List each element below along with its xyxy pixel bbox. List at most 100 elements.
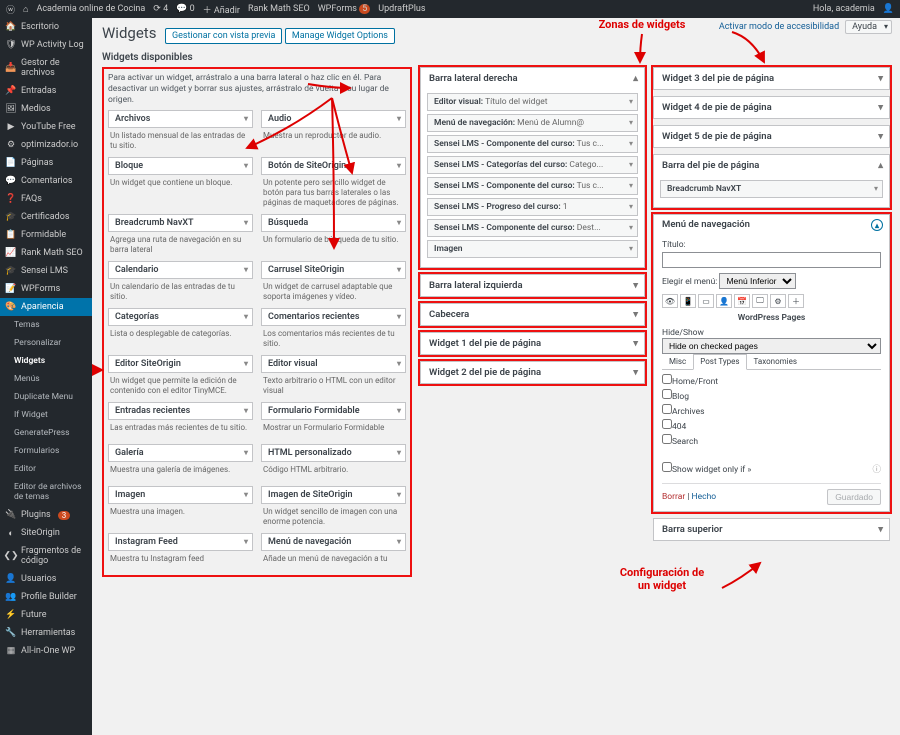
- link-delete[interactable]: Borrar: [662, 492, 685, 502]
- menu-entradas[interactable]: 📌Entradas: [0, 82, 92, 100]
- zone-widget-1-del-pie-de-página[interactable]: Widget 1 del pie de página: [421, 333, 644, 354]
- zone-barra-superior[interactable]: Barra superior: [654, 519, 889, 540]
- avail-widget-bloque[interactable]: Bloque: [108, 157, 253, 175]
- menu-siteorigin[interactable]: ◐SiteOrigin: [0, 524, 92, 542]
- menu-personalizar[interactable]: Personalizar: [0, 334, 92, 352]
- avail-widget-menú-de-navegación[interactable]: Menú de navegación: [261, 533, 406, 551]
- menu-if-widget[interactable]: If Widget: [0, 406, 92, 424]
- placed-widget[interactable]: Sensei LMS - Progreso del curso: 1: [427, 198, 638, 216]
- home-icon[interactable]: ⌂: [23, 4, 28, 15]
- zone-widget-2-del-pie-de-página[interactable]: Widget 2 del pie de página: [421, 362, 644, 383]
- select-menu[interactable]: Menú Inferior: [719, 273, 796, 289]
- comments-icon[interactable]: 💬 0: [176, 4, 195, 14]
- tab-post-types[interactable]: Post Types: [693, 354, 746, 370]
- chk-home-front[interactable]: [662, 374, 672, 384]
- avail-widget-carrusel-siteorigin[interactable]: Carrusel SiteOrigin: [261, 261, 406, 279]
- tab-taxonomies[interactable]: Taxonomies: [747, 354, 804, 369]
- avail-widget-galería[interactable]: Galería: [108, 444, 253, 462]
- avail-widget-búsqueda[interactable]: Búsqueda: [261, 214, 406, 232]
- link-done[interactable]: Hecho: [692, 492, 717, 502]
- avail-widget-html-personalizado[interactable]: HTML personalizado: [261, 444, 406, 462]
- menu-páginas[interactable]: 📄Páginas: [0, 154, 92, 172]
- wopt-icon-2[interactable]: ▭: [698, 294, 714, 308]
- menu-usuarios[interactable]: 👤Usuarios: [0, 570, 92, 588]
- menu-editor-de-archivos-de-temas[interactable]: Editor de archivos de temas: [0, 478, 92, 506]
- placed-widget[interactable]: Sensei LMS - Componente del curso: Tus c…: [427, 177, 638, 195]
- avail-widget-comentarios-recientes[interactable]: Comentarios recientes: [261, 308, 406, 326]
- avail-widget-imagen[interactable]: Imagen: [108, 486, 253, 504]
- zone-barra-del-pie-de-página[interactable]: Barra del pie de página: [654, 155, 889, 176]
- menu-formularios[interactable]: Formularios: [0, 442, 92, 460]
- menu-faqs[interactable]: ❓FAQs: [0, 190, 92, 208]
- menu-all-in-one-wp[interactable]: ▦All-in-One WP: [0, 642, 92, 660]
- adminbar-wpforms[interactable]: WPForms 5: [318, 4, 371, 14]
- avail-widget-formulario-formidable[interactable]: Formulario Formidable: [261, 402, 406, 420]
- avail-widget-editor-visual[interactable]: Editor visual: [261, 355, 406, 373]
- chk-search[interactable]: [662, 434, 672, 444]
- menu-certificados[interactable]: 🎓Certificados: [0, 208, 92, 226]
- avail-widget-calendario[interactable]: Calendario: [108, 261, 253, 279]
- wopt-icon-1[interactable]: 📱: [680, 294, 696, 308]
- hide-show-select[interactable]: Hide on checked pages: [662, 338, 881, 354]
- placed-widget[interactable]: Imagen: [427, 240, 638, 258]
- zone-widget-5-de-pie-de-página[interactable]: Widget 5 de pie de página: [654, 126, 889, 147]
- menu-wp-activity-log[interactable]: 🛡WP Activity Log: [0, 36, 92, 54]
- chk-only-if[interactable]: [662, 462, 672, 472]
- placed-widget[interactable]: Sensei LMS - Categorías del curso: Categ…: [427, 156, 638, 174]
- menu-escritorio[interactable]: 🏠Escritorio: [0, 18, 92, 36]
- menu-optimizador.io[interactable]: ⚙optimizador.io: [0, 136, 92, 154]
- placed-widget[interactable]: Menú de navegación: Menú de Alumn@: [427, 114, 638, 132]
- greeting[interactable]: Hola, academia: [813, 4, 875, 14]
- zone-barra-lateral-izquierda[interactable]: Barra lateral izquierda: [421, 275, 644, 296]
- avail-widget-entradas-recientes[interactable]: Entradas recientes: [108, 402, 253, 420]
- wconf-collapse-icon[interactable]: ▴: [871, 219, 883, 231]
- help-tab[interactable]: Ayuda: [845, 20, 892, 34]
- menu-widgets[interactable]: Widgets: [0, 352, 92, 370]
- menu-profile-builder[interactable]: 👥Profile Builder: [0, 588, 92, 606]
- placed-widget[interactable]: Sensei LMS - Componente del curso: Tus c…: [427, 135, 638, 153]
- wopt-icon-6[interactable]: ⚙: [770, 294, 786, 308]
- wopt-icon-3[interactable]: 👤: [716, 294, 732, 308]
- wopt-icon-5[interactable]: 🖵: [752, 294, 768, 308]
- menu-plugins[interactable]: 🔌Plugins3: [0, 506, 92, 524]
- menu-sensei-lms[interactable]: 🎓Sensei LMS: [0, 262, 92, 280]
- avail-widget-imagen-de-siteorigin[interactable]: Imagen de SiteOrigin: [261, 486, 406, 504]
- wopt-icon-0[interactable]: 👁: [662, 294, 678, 308]
- input-title[interactable]: [662, 252, 881, 268]
- new-icon[interactable]: ＋ Añadir: [203, 3, 240, 16]
- wopt-icon-4[interactable]: 📅: [734, 294, 750, 308]
- menu-youtube-free[interactable]: ▶YouTube Free: [0, 118, 92, 136]
- avatar-icon[interactable]: 👤: [883, 4, 894, 14]
- menu-duplicate-menu[interactable]: Duplicate Menu: [0, 388, 92, 406]
- menu-apariencia[interactable]: 🎨Apariencia: [0, 298, 92, 316]
- accessibility-link[interactable]: Activar modo de accesibilidad: [719, 22, 839, 32]
- menu-wpforms[interactable]: 📝WPForms: [0, 280, 92, 298]
- site-name[interactable]: Academia online de Cocina: [36, 4, 145, 14]
- zone-widget-4-de-pie-de-página[interactable]: Widget 4 de pie de página: [654, 97, 889, 118]
- avail-widget-audio[interactable]: Audio: [261, 110, 406, 128]
- updates-icon[interactable]: ⟳ 4: [153, 4, 168, 14]
- menu-editor[interactable]: Editor: [0, 460, 92, 478]
- menu-temas[interactable]: Temas: [0, 316, 92, 334]
- menu-fragmentos-de-código[interactable]: ❮❯Fragmentos de código: [0, 542, 92, 570]
- placed-widget[interactable]: Editor visual: Título del widget: [427, 93, 638, 111]
- menu-formidable[interactable]: 📋Formidable: [0, 226, 92, 244]
- avail-widget-breadcrumb-navxt[interactable]: Breadcrumb NavXT: [108, 214, 253, 232]
- btn-options[interactable]: Manage Widget Options: [285, 28, 395, 44]
- placed-widget[interactable]: Sensei LMS - Componente del curso: Dest.…: [427, 219, 638, 237]
- avail-widget-instagram-feed[interactable]: Instagram Feed: [108, 533, 253, 551]
- tab-misc[interactable]: Misc: [662, 354, 693, 369]
- menu-herramientas[interactable]: 🔧Herramientas: [0, 624, 92, 642]
- avail-widget-botón-de-siteorigin[interactable]: Botón de SiteOrigin: [261, 157, 406, 175]
- info-icon[interactable]: ⓘ: [872, 463, 881, 475]
- adminbar-updraft[interactable]: UpdraftPlus: [378, 4, 425, 14]
- avail-widget-editor-siteorigin[interactable]: Editor SiteOrigin: [108, 355, 253, 373]
- menu-rank-math-seo[interactable]: 📈Rank Math SEO: [0, 244, 92, 262]
- wp-logo-icon[interactable]: ⓦ: [6, 3, 15, 16]
- menu-gestor-de-archivos[interactable]: 📥Gestor de archivos: [0, 54, 92, 82]
- chk-blog[interactable]: [662, 389, 672, 399]
- zone-barra-lateral-derecha[interactable]: Barra lateral derecha: [421, 68, 644, 89]
- placed-widget[interactable]: Breadcrumb NavXT: [660, 180, 883, 198]
- avail-widget-archivos[interactable]: Archivos: [108, 110, 253, 128]
- wopt-icon-7[interactable]: ＋: [788, 294, 804, 308]
